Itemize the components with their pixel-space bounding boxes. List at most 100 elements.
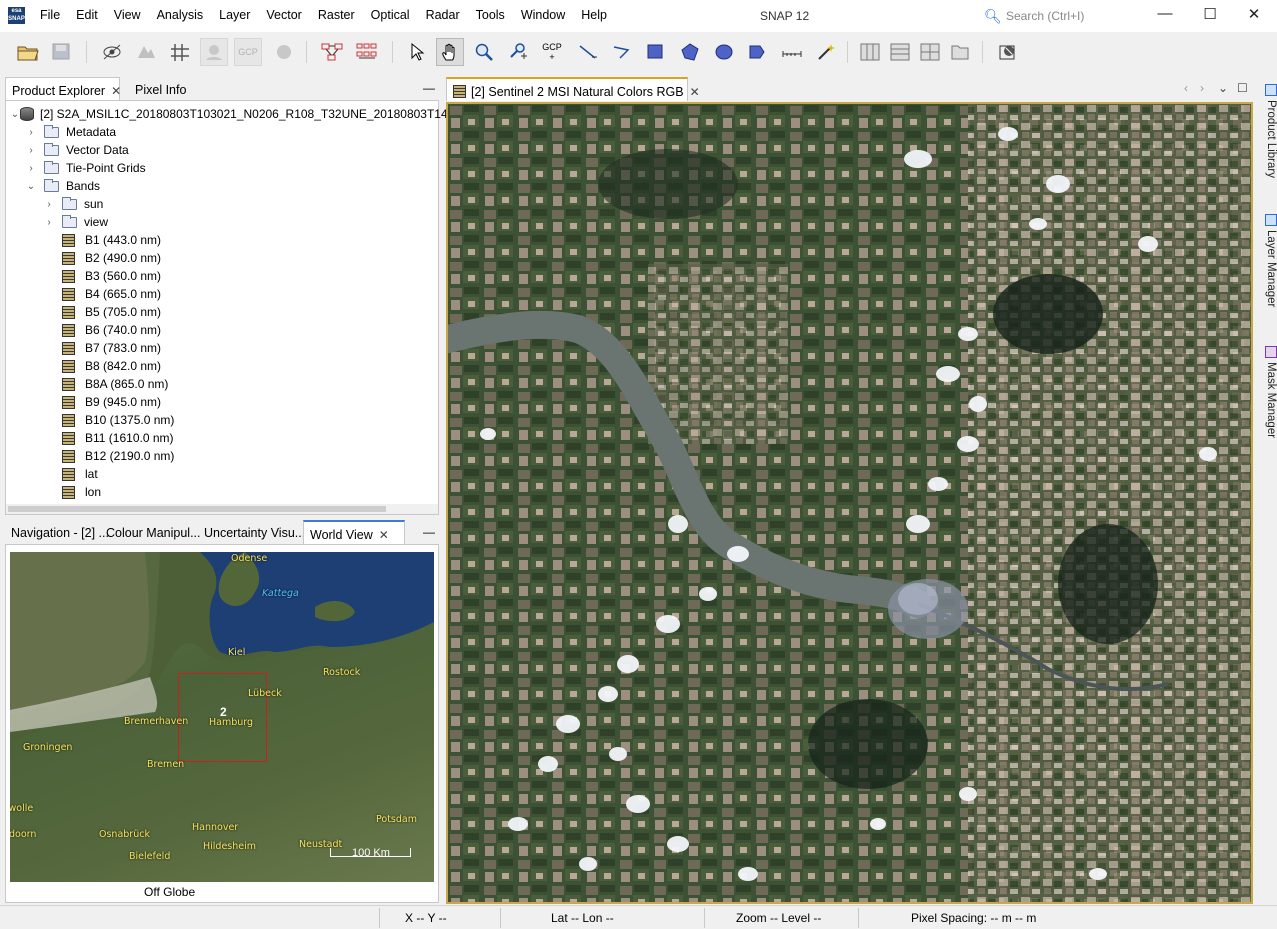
menu-vector[interactable]: Vector	[258, 8, 309, 22]
band-item[interactable]: lon	[62, 483, 101, 501]
place-label: Zwolle	[10, 803, 34, 814]
band-item[interactable]: B1 (443.0 nm)	[62, 231, 161, 249]
pan-tool-icon[interactable]	[436, 38, 464, 66]
search-input[interactable]	[1006, 7, 1138, 25]
line-drawing-icon[interactable]	[574, 38, 602, 66]
select-tool-icon[interactable]	[403, 38, 431, 66]
band-item[interactable]: B8 (842.0 nm)	[62, 357, 161, 375]
scale-label: 100 Km	[352, 847, 390, 859]
band-item[interactable]: lat	[62, 465, 98, 483]
range-finder-icon[interactable]	[778, 38, 806, 66]
tree-folder-vector-data[interactable]: › Vector Data	[26, 141, 129, 159]
place-label: Hildesheim	[203, 841, 257, 852]
band-item[interactable]: B11 (1610.0 nm)	[62, 429, 174, 447]
tree-folder-metadata[interactable]: › Metadata	[26, 123, 116, 141]
polyline-drawing-icon[interactable]	[608, 38, 636, 66]
close-tab-icon[interactable]: ✕	[690, 85, 700, 99]
world-map-icon[interactable]	[270, 38, 298, 66]
place-label: Lübeck	[248, 688, 282, 699]
rectangle-drawing-icon[interactable]	[642, 38, 670, 66]
close-button[interactable]: ✕	[1244, 5, 1264, 25]
tab-image-view[interactable]: [2] Sentinel 2 MSI Natural Colors RGB ✕	[446, 77, 700, 101]
graph-builder-icon[interactable]	[318, 38, 346, 66]
band-icon	[62, 251, 75, 265]
band-item[interactable]: B5 (705.0 nm)	[62, 303, 161, 321]
world-map[interactable]: 2 Odense Kattega Kiel Rostock Lübeck Bre…	[10, 552, 434, 882]
gcp-manager-icon[interactable]: GCP	[234, 38, 262, 66]
menu-window[interactable]: Window	[513, 8, 573, 22]
time-series-icon[interactable]	[994, 38, 1022, 66]
band-item[interactable]: B6 (740.0 nm)	[62, 321, 161, 339]
tab-pixel-info[interactable]: Pixel Info	[129, 77, 192, 101]
menu-edit[interactable]: Edit	[68, 8, 106, 22]
band-icon	[62, 413, 75, 427]
chevron-down-icon[interactable]: ⌄	[1218, 81, 1228, 95]
satellite-image-view[interactable]	[446, 102, 1253, 904]
product-node[interactable]: ⌄ [2] S2A_MSIL1C_20180803T103021_N0206_R…	[10, 105, 481, 123]
minimize-panel-icon[interactable]: —	[423, 81, 435, 95]
band-item[interactable]: B12 (2190.0 nm)	[62, 447, 174, 465]
maximize-button[interactable]: ☐	[1200, 5, 1220, 25]
minimize-panel-icon[interactable]: —	[423, 525, 435, 539]
close-tab-icon[interactable]: ✕	[111, 84, 121, 98]
side-tab-layer-manager[interactable]: Layer Manager	[1255, 214, 1277, 324]
menu-file[interactable]: File	[32, 8, 68, 22]
scroll-left-icon[interactable]: ‹	[1184, 81, 1188, 95]
tree-folder-tie-point-grids[interactable]: › Tie-Point Grids	[26, 159, 146, 177]
hide-show-icon[interactable]	[98, 38, 126, 66]
side-tab-product-library[interactable]: Product Library	[1255, 84, 1277, 194]
tab-product-explorer[interactable]: Product Explorer ✕	[5, 77, 121, 101]
menu-analysis[interactable]: Analysis	[149, 8, 212, 22]
save-product-icon[interactable]	[48, 38, 76, 66]
menu-optical[interactable]: Optical	[363, 8, 418, 22]
open-product-icon[interactable]	[14, 38, 42, 66]
tab-navigation[interactable]: Navigation - [2] ...	[5, 520, 115, 544]
place-label: Apeldoorn	[10, 829, 37, 840]
band-item[interactable]: B10 (1375.0 nm)	[62, 411, 174, 429]
band-item[interactable]: B9 (945.0 nm)	[62, 393, 161, 411]
menu-radar[interactable]: Radar	[418, 8, 468, 22]
tree-folder-view[interactable]: › view	[44, 213, 108, 231]
tile-horizontal-icon[interactable]	[886, 38, 914, 66]
maximize-panel-icon[interactable]: ☐	[1237, 81, 1248, 95]
zoom-tool-icon[interactable]	[470, 38, 498, 66]
menu-help[interactable]: Help	[573, 8, 615, 22]
horizontal-scrollbar[interactable]	[6, 504, 438, 514]
tile-evenly-icon[interactable]	[916, 38, 944, 66]
magic-wand-icon[interactable]	[812, 38, 840, 66]
band-item[interactable]: B8A (865.0 nm)	[62, 375, 168, 393]
band-icon	[62, 233, 75, 247]
polygon-drawing-icon[interactable]	[676, 38, 704, 66]
batch-processing-icon[interactable]	[353, 38, 381, 66]
magic-wand-vector-icon[interactable]	[744, 38, 772, 66]
gcp-placing-icon[interactable]: GCP +	[538, 38, 566, 66]
tile-single-icon[interactable]	[946, 38, 974, 66]
tree-folder-bands[interactable]: ⌄ Bands	[26, 177, 100, 195]
tree-folder-sun[interactable]: › sun	[44, 195, 103, 213]
grid-icon[interactable]	[166, 38, 194, 66]
status-bar: X -- Y -- Lat -- Lon -- Zoom -- Level --…	[0, 905, 1277, 929]
side-tab-mask-manager[interactable]: Mask Manager	[1255, 346, 1277, 456]
band-item[interactable]: B7 (783.0 nm)	[62, 339, 161, 357]
folder-icon	[62, 196, 77, 210]
menu-tools[interactable]: Tools	[468, 8, 513, 22]
pin-placing-icon[interactable]	[504, 38, 532, 66]
tile-vertical-icon[interactable]	[856, 38, 884, 66]
band-item[interactable]: B3 (560.0 nm)	[62, 267, 161, 285]
tab-world-view[interactable]: World View ✕	[303, 520, 405, 544]
tab-colour-manipulation[interactable]: Colour Manipul...	[100, 520, 207, 544]
tab-uncertainty-visualisation[interactable]: Uncertainty Visu...	[198, 520, 311, 544]
menu-view[interactable]: View	[106, 8, 149, 22]
ellipse-drawing-icon[interactable]	[710, 38, 738, 66]
pin-manager-icon[interactable]	[200, 38, 228, 66]
menu-layer[interactable]: Layer	[211, 8, 258, 22]
minimize-button[interactable]: —	[1155, 5, 1175, 25]
menu-raster[interactable]: Raster	[310, 8, 363, 22]
close-tab-icon[interactable]: ✕	[379, 528, 389, 542]
band-icon	[62, 341, 75, 355]
product-icon	[20, 107, 34, 121]
scroll-right-icon[interactable]: ›	[1200, 81, 1204, 95]
band-item[interactable]: B2 (490.0 nm)	[62, 249, 161, 267]
band-item[interactable]: B4 (665.0 nm)	[62, 285, 161, 303]
sync-view-icon[interactable]	[132, 38, 160, 66]
